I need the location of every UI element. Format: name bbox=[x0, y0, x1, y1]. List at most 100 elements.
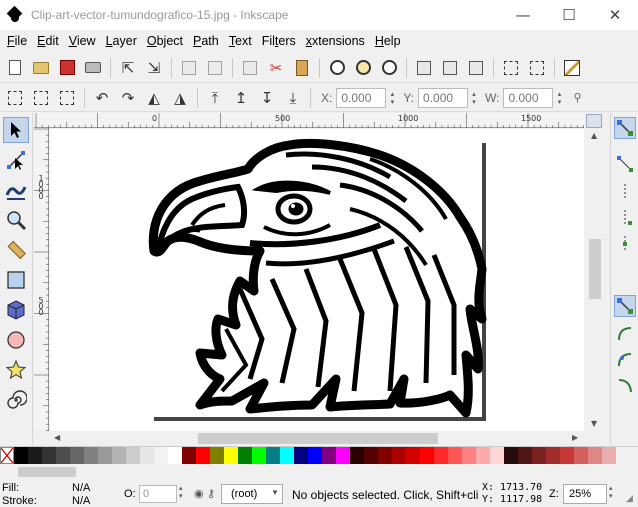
color-swatch[interactable] bbox=[532, 447, 546, 464]
x-spinner[interactable]: ▴ ▾ bbox=[387, 88, 397, 108]
scroll-right-arrow-icon[interactable]: ▶ bbox=[572, 433, 578, 442]
snap-nodes-button[interactable] bbox=[614, 295, 636, 317]
zoom-spinner[interactable]: ▴ ▾ bbox=[609, 485, 613, 501]
opacity-input[interactable]: 0 bbox=[139, 485, 177, 503]
color-swatch[interactable] bbox=[476, 447, 490, 464]
color-swatch[interactable] bbox=[322, 447, 336, 464]
color-swatch[interactable] bbox=[588, 447, 602, 464]
zoom-tool[interactable] bbox=[3, 207, 29, 233]
snap-bbox-edges-button[interactable] bbox=[614, 181, 636, 203]
cut-button[interactable]: ✂ bbox=[265, 57, 287, 79]
deselect-button[interactable] bbox=[56, 87, 78, 109]
menu-view[interactable]: View bbox=[64, 30, 101, 52]
flip-vertical-button[interactable]: ◮ bbox=[169, 87, 191, 109]
menu-layer[interactable]: Layer bbox=[101, 30, 142, 52]
w-input[interactable]: 0.000 bbox=[503, 87, 554, 108]
color-swatch[interactable] bbox=[434, 447, 448, 464]
color-swatch[interactable] bbox=[238, 447, 252, 464]
export-button[interactable]: ⇲ bbox=[143, 57, 165, 79]
lock-proportions-button[interactable]: ⚲ bbox=[566, 87, 588, 109]
color-swatch[interactable] bbox=[28, 447, 42, 464]
scroll-left-arrow-icon[interactable]: ◀ bbox=[54, 433, 60, 442]
zoom-input[interactable]: 25% bbox=[563, 484, 607, 504]
snap-paths-button[interactable] bbox=[614, 323, 636, 345]
redo-button[interactable] bbox=[204, 57, 226, 79]
print-button[interactable] bbox=[82, 57, 104, 79]
color-swatch[interactable] bbox=[252, 447, 266, 464]
maximize-button[interactable]: ☐ bbox=[546, 0, 592, 30]
color-swatch[interactable] bbox=[336, 447, 350, 464]
duplicate-button[interactable] bbox=[413, 57, 435, 79]
menu-text[interactable]: Text bbox=[224, 30, 257, 52]
selector-tool[interactable] bbox=[3, 117, 29, 143]
minimize-button[interactable]: — bbox=[500, 0, 546, 30]
color-swatch[interactable] bbox=[546, 447, 560, 464]
vertical-scroll-thumb[interactable] bbox=[589, 239, 601, 299]
clone-button[interactable] bbox=[439, 57, 461, 79]
raise-button[interactable]: ↥ bbox=[230, 87, 252, 109]
snap-intersections-button[interactable] bbox=[614, 349, 636, 371]
node-tool[interactable] bbox=[3, 147, 29, 173]
select-all-button[interactable] bbox=[4, 87, 26, 109]
color-swatch[interactable] bbox=[112, 447, 126, 464]
lower-button[interactable]: ↧ bbox=[256, 87, 278, 109]
snap-bbox-button[interactable] bbox=[614, 153, 636, 175]
color-swatch[interactable] bbox=[448, 447, 462, 464]
color-swatch[interactable] bbox=[574, 447, 588, 464]
color-swatch[interactable] bbox=[84, 447, 98, 464]
color-swatch[interactable] bbox=[378, 447, 392, 464]
ungroup-button[interactable] bbox=[526, 57, 548, 79]
layer-visibility-icon[interactable]: ◉ bbox=[194, 487, 204, 500]
color-swatch[interactable] bbox=[154, 447, 168, 464]
undo-button[interactable] bbox=[178, 57, 200, 79]
color-swatch[interactable] bbox=[196, 447, 210, 464]
horizontal-scroll-thumb[interactable] bbox=[198, 433, 438, 444]
color-swatch[interactable] bbox=[224, 447, 238, 464]
horizontal-scrollbar[interactable]: ◀ ▶ bbox=[34, 431, 584, 446]
color-swatch[interactable] bbox=[210, 447, 224, 464]
new-document-button[interactable] bbox=[4, 57, 26, 79]
menu-object[interactable]: Object bbox=[142, 30, 188, 52]
color-swatch[interactable] bbox=[70, 447, 84, 464]
color-swatch[interactable] bbox=[14, 447, 28, 464]
rectangle-tool[interactable] bbox=[3, 267, 29, 293]
color-swatch[interactable] bbox=[266, 447, 280, 464]
paste-button[interactable] bbox=[291, 57, 313, 79]
color-swatch[interactable] bbox=[42, 447, 56, 464]
palette-scroll-thumb[interactable] bbox=[18, 467, 76, 477]
tweak-tool[interactable] bbox=[3, 177, 29, 203]
box3d-tool[interactable] bbox=[3, 297, 29, 323]
resize-grip-icon[interactable]: ◢ bbox=[626, 493, 633, 504]
color-swatch[interactable] bbox=[182, 447, 196, 464]
color-swatch[interactable] bbox=[140, 447, 154, 464]
xml-editor-button[interactable] bbox=[561, 57, 583, 79]
flip-horizontal-button[interactable]: ◭ bbox=[143, 87, 165, 109]
star-tool[interactable] bbox=[3, 357, 29, 383]
raise-to-top-button[interactable]: ⤒ bbox=[204, 87, 226, 109]
color-swatch[interactable] bbox=[602, 447, 616, 464]
color-swatch[interactable] bbox=[98, 447, 112, 464]
color-swatch[interactable] bbox=[504, 447, 518, 464]
opacity-spinner[interactable]: ▴ ▾ bbox=[179, 485, 183, 501]
palette-scrollbar[interactable] bbox=[0, 464, 638, 479]
rotate-cw-button[interactable]: ↷ bbox=[117, 87, 139, 109]
snap-bbox-corners-button[interactable] bbox=[614, 207, 636, 229]
color-swatch[interactable] bbox=[560, 447, 574, 464]
x-input[interactable]: 0.000 bbox=[336, 87, 387, 108]
color-swatch[interactable] bbox=[308, 447, 322, 464]
color-swatch[interactable] bbox=[490, 447, 504, 464]
menu-edit[interactable]: Edit bbox=[32, 30, 64, 52]
ellipse-tool[interactable] bbox=[3, 327, 29, 353]
color-swatch[interactable] bbox=[126, 447, 140, 464]
group-button[interactable] bbox=[500, 57, 522, 79]
color-swatch[interactable] bbox=[168, 447, 182, 464]
color-swatch[interactable] bbox=[280, 447, 294, 464]
color-swatch[interactable] bbox=[350, 447, 364, 464]
vertical-scrollbar[interactable]: ▲ ▼ bbox=[584, 113, 610, 445]
color-swatch[interactable] bbox=[518, 447, 532, 464]
color-swatch[interactable] bbox=[462, 447, 476, 464]
no-paint-swatch[interactable] bbox=[0, 447, 14, 464]
layer-lock-icon[interactable]: ⚷ bbox=[207, 487, 215, 500]
scroll-up-arrow-icon[interactable]: ▲ bbox=[591, 131, 597, 140]
menu-help[interactable]: Help bbox=[370, 30, 406, 52]
